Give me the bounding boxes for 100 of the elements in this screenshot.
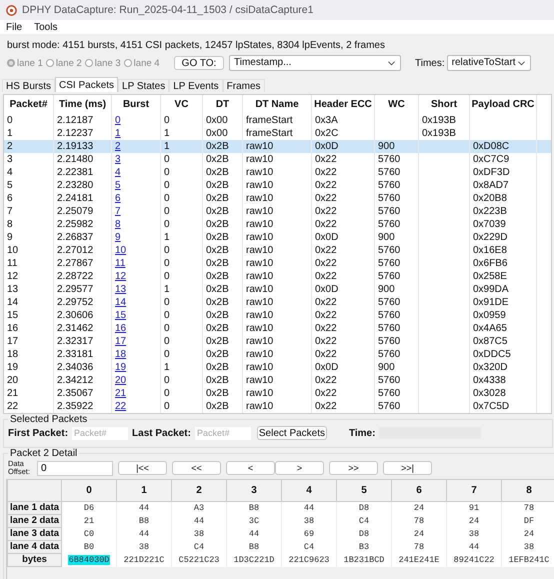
table-cell: 0x16E8 xyxy=(473,245,507,256)
table-cell: 2 xyxy=(7,141,13,152)
table-cell: raw10 xyxy=(246,388,274,399)
table-row[interactable]: 16 2.31462 16 0 0x2B raw10 0x22 5760 0x4A65 xyxy=(4,322,551,335)
table-cell: 17 xyxy=(7,336,18,347)
table-cell: 5760 xyxy=(378,258,400,269)
table-row[interactable]: 8 2.25982 8 0 0x2B raw10 0x22 5760 0x7039 xyxy=(4,218,551,231)
table-row[interactable]: 0 2.12187 0 0 0x00 frameStart 0x3A 0x193B xyxy=(4,114,551,127)
table-cell: 5760 xyxy=(378,310,400,321)
table-row[interactable]: 15 2.30606 15 0 0x2B raw10 0x22 5760 0x0959 xyxy=(4,309,551,322)
burst-link[interactable]: 9 xyxy=(115,232,121,243)
data-cell: 221D221C xyxy=(124,555,164,565)
menu-item[interactable]: File xyxy=(6,22,22,32)
burst-link[interactable]: 1 xyxy=(115,128,121,139)
table-row[interactable]: 20 2.34212 20 0 0x2B raw10 0x22 5760 0x4338 xyxy=(4,374,551,387)
column-header: 6 xyxy=(392,480,447,502)
burst-link[interactable]: 18 xyxy=(115,349,126,360)
table-cell: 0x20B8 xyxy=(473,193,507,204)
table-row[interactable]: 17 2.32317 17 0 0x2B raw10 0x22 5760 0x87C5 xyxy=(4,335,551,348)
burst-link[interactable]: 14 xyxy=(115,297,126,308)
table-row[interactable]: 5 2.23280 5 0 0x2B raw10 0x22 5760 0x8AD7 xyxy=(4,179,551,192)
column-header[interactable]: Header ECC xyxy=(312,95,375,114)
table-row[interactable]: 12 2.28722 12 0 0x2B raw10 0x22 5760 0x258E xyxy=(4,270,551,283)
burst-link[interactable]: 15 xyxy=(115,310,126,321)
table-cell: 19 xyxy=(7,362,18,373)
burst-link[interactable]: 22 xyxy=(115,401,126,412)
tab[interactable]: CSI Packets xyxy=(55,77,118,92)
select-packets-button[interactable]: Select Packets xyxy=(256,426,327,440)
burst-link[interactable]: 21 xyxy=(115,388,126,399)
table-row[interactable]: 4 2.22381 4 0 0x2B raw10 0x22 5760 0xDF3D xyxy=(4,166,551,179)
burst-link[interactable]: 11 xyxy=(115,258,126,269)
table-row[interactable]: 14 2.29752 14 0 0x2B raw10 0x22 5760 0x91DE xyxy=(4,296,551,309)
nav-button[interactable]: << xyxy=(172,461,221,475)
nav-button[interactable]: > xyxy=(275,461,324,475)
burst-link[interactable]: 12 xyxy=(115,271,126,282)
table-row[interactable]: 2 2.19133 2 1 0x2B raw10 0x0D 900 0xD08C xyxy=(4,140,551,153)
offset-field[interactable]: 0 xyxy=(37,460,113,476)
column-header[interactable]: Packet# xyxy=(4,95,54,114)
column-header[interactable]: WC xyxy=(375,95,419,114)
table-cell: 5760 xyxy=(378,167,400,178)
table-cell: 2.25079 xyxy=(57,206,94,217)
burst-link[interactable]: 8 xyxy=(115,219,121,230)
table-cell: 0 xyxy=(164,271,170,282)
table-cell: 0 xyxy=(164,154,170,165)
table-cell: 2.22381 xyxy=(57,167,94,178)
burst-link[interactable]: 20 xyxy=(115,375,126,386)
table-row[interactable]: 3 2.21480 3 0 0x2B raw10 0x22 5760 0xC7C9 xyxy=(4,153,551,166)
table-row[interactable]: 18 2.33181 18 0 0x2B raw10 0x22 5760 0xDDC5 xyxy=(4,348,551,361)
table-cell: 0x22 xyxy=(315,258,337,269)
column-header[interactable]: Time (ms) xyxy=(54,95,112,114)
table-row[interactable]: 13 2.29577 13 1 0x2B raw10 0x0D 900 0x99DA xyxy=(4,283,551,296)
column-header[interactable]: DT xyxy=(203,95,243,114)
table-row[interactable]: 6 2.24181 6 0 0x2B raw10 0x22 5760 0x20B8 xyxy=(4,192,551,205)
data-cell: B0 xyxy=(84,542,94,552)
goto-button[interactable]: GO TO: xyxy=(174,56,224,70)
table-cell: 0x0D xyxy=(315,362,338,373)
tab[interactable]: HS Bursts xyxy=(2,79,56,92)
data-cell: B8 xyxy=(248,503,260,513)
table-row[interactable]: 11 2.27867 11 0 0x2B raw10 0x22 5760 0x6FB6 xyxy=(4,257,551,270)
burst-link[interactable]: 17 xyxy=(115,336,126,347)
first-packet-field[interactable]: Packet# xyxy=(72,426,128,440)
burst-link[interactable]: 3 xyxy=(115,154,121,165)
burst-link[interactable]: 4 xyxy=(115,167,121,178)
tab[interactable]: LP States xyxy=(118,79,170,92)
column-header[interactable]: Payload CRC xyxy=(470,95,537,114)
column-header[interactable]: Short xyxy=(419,95,470,114)
column-header[interactable]: Burst xyxy=(112,95,161,114)
last-packet-field[interactable]: Packet# xyxy=(194,426,251,440)
burst-link[interactable]: 7 xyxy=(115,206,121,217)
table-row[interactable]: 10 2.27012 10 0 0x2B raw10 0x22 5760 0x16E8 xyxy=(4,244,551,257)
table-cell: raw10 xyxy=(246,362,274,373)
table-row[interactable]: 7 2.25079 7 0 0x2B raw10 0x22 5760 0x223B xyxy=(4,205,551,218)
nav-button[interactable]: >> xyxy=(329,461,378,475)
table-cell: 0 xyxy=(164,245,170,256)
burst-link[interactable]: 2 xyxy=(115,141,121,152)
table-row[interactable]: 22 2.35922 22 0 0x2B raw10 0x22 5760 0x7C5D xyxy=(4,400,551,413)
table-cell: 0x22 xyxy=(315,349,337,360)
timestamp-dropdown[interactable]: Timestamp... xyxy=(229,55,401,71)
nav-button[interactable]: >>| xyxy=(383,461,432,475)
nav-button[interactable]: < xyxy=(226,461,275,475)
burst-link[interactable]: 10 xyxy=(115,245,126,256)
times-dropdown[interactable]: relativeToStart xyxy=(446,55,531,71)
nav-button[interactable]: |<< xyxy=(118,461,167,475)
table-row[interactable]: 21 2.35067 21 0 0x2B raw10 0x22 5760 0x3028 xyxy=(4,387,551,400)
table-cell: 2.12237 xyxy=(57,128,94,139)
tab[interactable]: Frames xyxy=(222,79,265,92)
burst-link[interactable]: 6 xyxy=(115,193,121,204)
menu-item[interactable]: Tools xyxy=(34,22,58,32)
burst-link[interactable]: 16 xyxy=(115,323,126,334)
column-header[interactable]: DT Name xyxy=(243,95,312,114)
table-row[interactable]: 9 2.26837 9 1 0x2B raw10 0x0D 900 0x229D xyxy=(4,231,551,244)
table-cell: 0 xyxy=(164,297,170,308)
burst-link[interactable]: 19 xyxy=(115,362,126,373)
burst-link[interactable]: 13 xyxy=(115,284,126,295)
table-row[interactable]: 19 2.34036 19 1 0x2B raw10 0x0D 900 0x320D xyxy=(4,361,551,374)
table-cell: 1 xyxy=(164,141,170,152)
burst-link[interactable]: 5 xyxy=(115,180,121,191)
column-header[interactable]: VC xyxy=(161,95,203,114)
tab[interactable]: LP Events xyxy=(169,79,223,92)
burst-link[interactable]: 0 xyxy=(115,115,121,126)
